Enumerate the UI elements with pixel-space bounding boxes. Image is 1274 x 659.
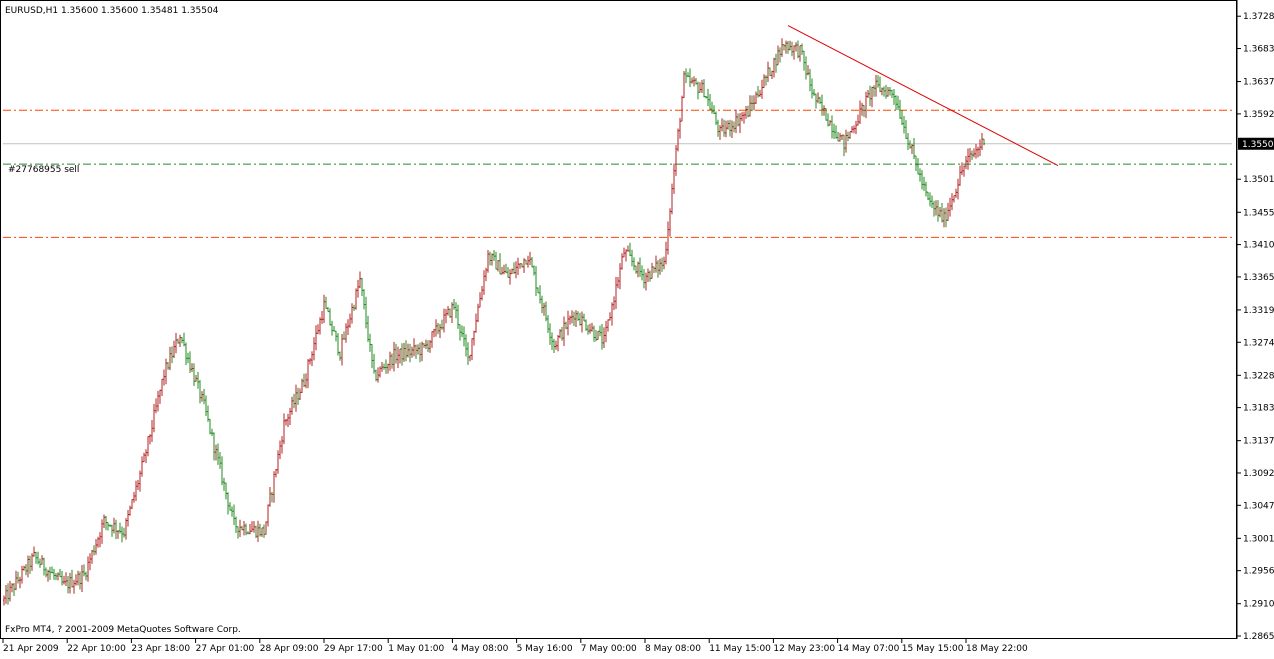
chart-window[interactable]: 1.37280 1.36830 1.36370 1.35920 1.35010 1.345… — [0, 0, 1274, 655]
price-tick-label: 1.36830 — [1243, 45, 1274, 55]
time-tick-label: 4 May 08:00 — [452, 644, 508, 654]
plot-area[interactable] — [0, 0, 1237, 639]
time-tick-label: 14 May 07:00 — [838, 644, 900, 654]
time-tick-label: 7 May 00:00 — [581, 644, 637, 654]
current-price-label: 1.35504 — [1242, 140, 1274, 150]
time-tick-label: 18 May 22:00 — [966, 644, 1028, 654]
time-tick-label: 29 Apr 17:00 — [324, 644, 383, 654]
time-tick-label: 12 May 23:00 — [773, 644, 835, 654]
copyright-text: FxPro MT4, ? 2001-2009 MetaQuotes Softwa… — [5, 625, 241, 635]
price-tick-label: 1.31370 — [1243, 437, 1274, 447]
time-tick-label: 23 Apr 18:00 — [131, 644, 190, 654]
price-tick-label: 1.37280 — [1243, 12, 1274, 22]
price-tick-label: 1.30920 — [1243, 469, 1274, 479]
price-tick-label: 1.29100 — [1243, 600, 1274, 610]
price-tick-label: 1.35920 — [1243, 110, 1274, 120]
time-tick-label: 11 May 15:00 — [709, 644, 771, 654]
price-tick-label: 1.34100 — [1243, 241, 1274, 251]
price-tick-label: 1.33650 — [1243, 273, 1274, 283]
time-tick-label: 22 Apr 10:00 — [67, 644, 126, 654]
symbol-header: EURUSD,H1 1.35600 1.35600 1.35481 1.3550… — [5, 6, 219, 16]
time-tick-label: 27 Apr 01:00 — [196, 644, 255, 654]
price-tick-label: 1.32740 — [1243, 338, 1274, 348]
price-tick-label: 1.33190 — [1243, 306, 1274, 316]
price-tick-label: 1.29560 — [1243, 567, 1274, 577]
price-tick-label: 1.31830 — [1243, 404, 1274, 414]
time-tick-label: 28 Apr 09:00 — [260, 644, 319, 654]
price-tick-label: 1.32280 — [1243, 371, 1274, 381]
price-chart[interactable]: 1.37280 1.36830 1.36370 1.35920 1.35010 1.345… — [0, 0, 1274, 655]
price-tick-label: 1.34550 — [1243, 208, 1274, 218]
price-tick-label: 1.36370 — [1243, 78, 1274, 88]
price-axis: 1.37280 1.36830 1.36370 1.35920 1.35010 1.345… — [1237, 12, 1274, 642]
price-tick-label: 1.30010 — [1243, 534, 1274, 544]
time-tick-label: 8 May 08:00 — [645, 644, 701, 654]
time-tick-label: 15 May 15:00 — [902, 644, 964, 654]
order-label[interactable]: #27768955 sell — [8, 165, 79, 175]
price-tick-label: 1.30470 — [1243, 501, 1274, 511]
time-tick-label: 21 Apr 2009 — [3, 644, 59, 654]
price-tick-label: 1.28650 — [1243, 632, 1274, 642]
time-tick-label: 5 May 16:00 — [517, 644, 573, 654]
time-tick-label: 1 May 01:00 — [388, 644, 444, 654]
price-tick-label: 1.35010 — [1243, 175, 1274, 185]
time-axis: 21 Apr 2009 22 Apr 10:00 23 Apr 18:00 27 Ap… — [2, 639, 1028, 654]
